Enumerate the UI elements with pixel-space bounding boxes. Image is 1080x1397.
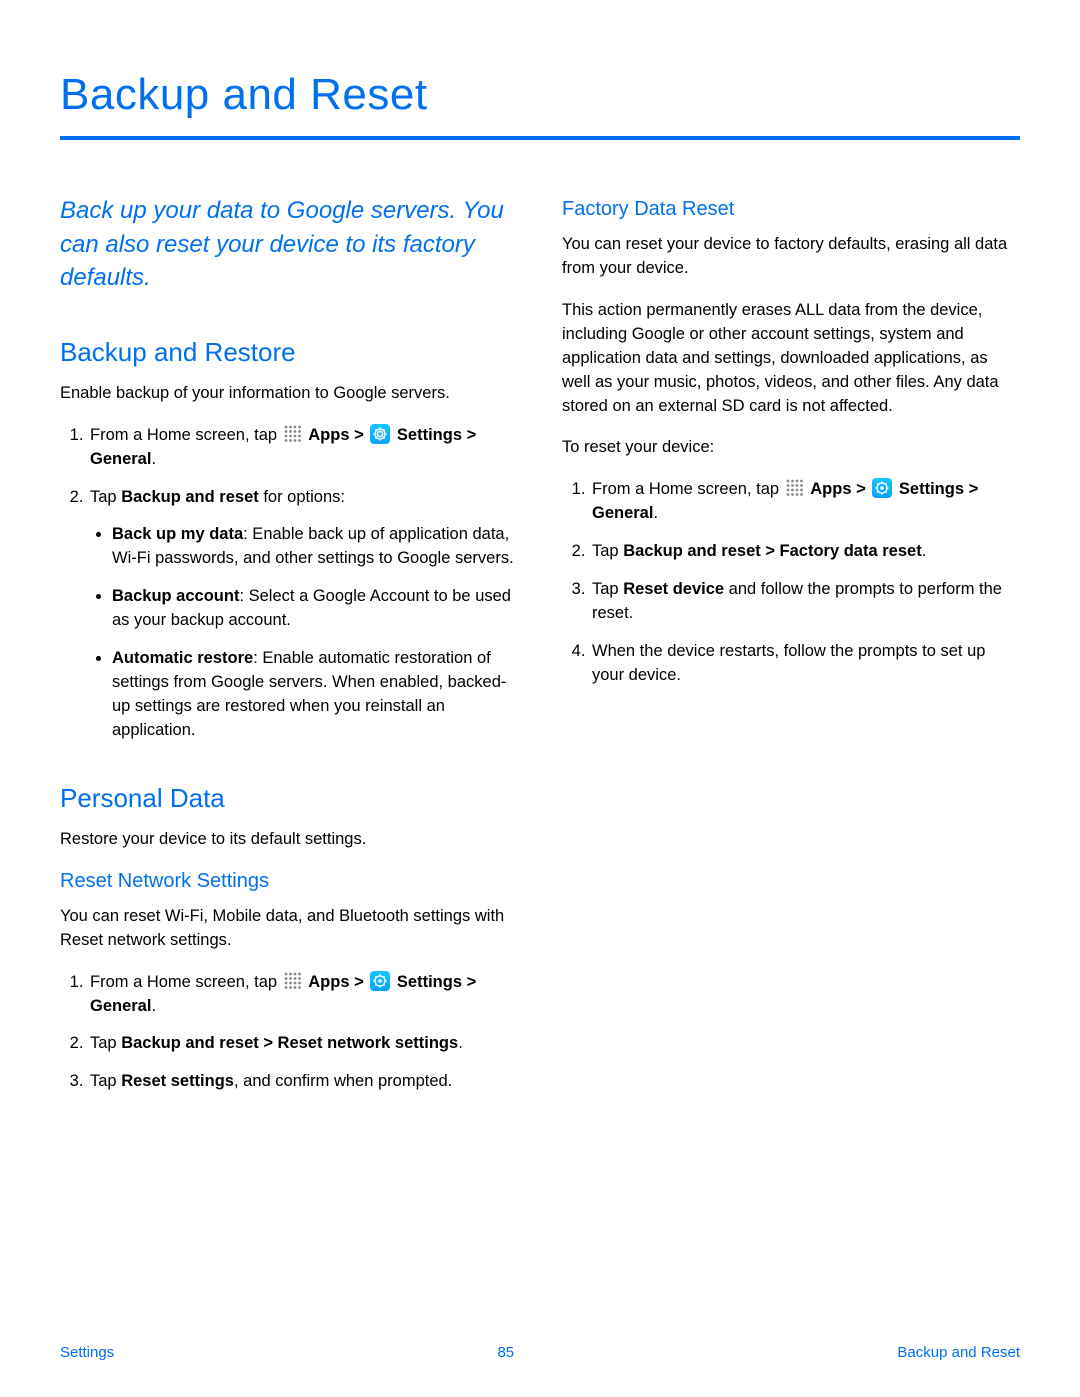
step-2: Tap Backup and reset > Factory data rese… — [590, 540, 1020, 564]
item-title: Backup account — [112, 587, 239, 605]
sep: > — [852, 480, 871, 498]
settings-gear-icon — [370, 424, 390, 444]
step-text-b: Backup and reset — [121, 488, 259, 506]
step-2: Tap Backup and reset > Reset network set… — [88, 1032, 518, 1056]
step-1: From a Home screen, tap Apps > Settings … — [88, 971, 518, 1019]
left-column: Back up your data to Google servers. You… — [60, 194, 518, 1134]
footer-page-number: 85 — [497, 1344, 514, 1361]
step-3: Tap Reset device and follow the prompts … — [590, 578, 1020, 626]
step-text-b: Reset settings — [121, 1072, 234, 1090]
factory-p3: To reset your device: — [562, 436, 1020, 460]
period: . — [653, 504, 658, 522]
lead-backup-restore: Enable backup of your information to Goo… — [60, 382, 518, 406]
footer-right: Backup and Reset — [897, 1344, 1020, 1361]
page-title: Backup and Reset — [60, 70, 1020, 120]
apps-label: Apps — [810, 480, 851, 498]
step-1: From a Home screen, tap Apps > Settings … — [88, 424, 518, 472]
settings-label: Settings — [899, 480, 964, 498]
step-text-c: for options: — [259, 488, 345, 506]
step-2: Tap Backup and reset for options: Back u… — [88, 486, 518, 743]
step-text-a: Tap — [592, 542, 623, 560]
step-4: When the device restarts, follow the pro… — [590, 640, 1020, 688]
apps-grid-icon — [284, 972, 302, 990]
settings-gear-icon — [872, 478, 892, 498]
step-text: From a Home screen, tap — [592, 480, 784, 498]
apps-grid-icon — [786, 479, 804, 497]
steps-reset-network: From a Home screen, tap Apps > Settings … — [60, 971, 518, 1095]
lead-reset-network: You can reset Wi-Fi, Mobile data, and Bl… — [60, 905, 518, 953]
step-text: From a Home screen, tap — [90, 973, 282, 991]
period: . — [151, 450, 156, 468]
heading-factory-reset: Factory Data Reset — [562, 198, 1020, 221]
step-text-c: , and confirm when prompted. — [234, 1072, 452, 1090]
apps-label: Apps — [308, 426, 349, 444]
heading-personal-data: Personal Data — [60, 783, 518, 814]
heading-reset-network: Reset Network Settings — [60, 870, 518, 893]
sep: > — [350, 426, 369, 444]
right-column: Factory Data Reset You can reset your de… — [562, 194, 1020, 1134]
period: . — [151, 997, 156, 1015]
item-title: Automatic restore — [112, 649, 253, 667]
list-item: Automatic restore: Enable automatic rest… — [112, 647, 518, 743]
footer-left: Settings — [60, 1344, 114, 1361]
section-personal-data: Personal Data Restore your device to its… — [60, 783, 518, 1094]
heading-backup-restore: Backup and Restore — [60, 337, 518, 368]
factory-p1: You can reset your device to factory def… — [562, 233, 1020, 281]
step-text-b: Backup and reset > Reset network setting… — [121, 1034, 458, 1052]
step-text-b: Backup and reset > Factory data reset — [623, 542, 922, 560]
step-text-a: Tap — [592, 580, 623, 598]
list-item: Back up my data: Enable back up of appli… — [112, 523, 518, 571]
step-text-a: Tap — [90, 1072, 121, 1090]
step-text-c: . — [458, 1034, 463, 1052]
step-1: From a Home screen, tap Apps > Settings … — [590, 478, 1020, 526]
apps-label: Apps — [308, 973, 349, 991]
title-underline — [60, 136, 1020, 140]
list-item: Backup account: Select a Google Account … — [112, 585, 518, 633]
page-footer: Settings 85 Backup and Reset — [0, 1344, 1080, 1361]
settings-gear-icon — [370, 971, 390, 991]
step-text-b: Reset device — [623, 580, 724, 598]
step-text-a: Tap — [90, 488, 121, 506]
step-text-c: . — [922, 542, 927, 560]
step-text: When the device restarts, follow the pro… — [592, 642, 985, 684]
step-text-a: Tap — [90, 1034, 121, 1052]
step-text: From a Home screen, tap — [90, 426, 282, 444]
steps-backup-restore: From a Home screen, tap Apps > Settings … — [60, 424, 518, 743]
settings-label: Settings — [397, 973, 462, 991]
intro-text: Back up your data to Google servers. You… — [60, 194, 518, 295]
item-title: Back up my data — [112, 525, 243, 543]
factory-p2: This action permanently erases ALL data … — [562, 299, 1020, 419]
section-backup-restore: Backup and Restore Enable backup of your… — [60, 337, 518, 743]
content-columns: Back up your data to Google servers. You… — [60, 194, 1020, 1134]
backup-options-list: Back up my data: Enable back up of appli… — [90, 523, 518, 742]
lead-personal-data: Restore your device to its default setti… — [60, 828, 518, 852]
settings-label: Settings — [397, 426, 462, 444]
step-3: Tap Reset settings, and confirm when pro… — [88, 1070, 518, 1094]
sep: > — [350, 973, 369, 991]
steps-factory-reset: From a Home screen, tap Apps > Settings … — [562, 478, 1020, 687]
apps-grid-icon — [284, 425, 302, 443]
